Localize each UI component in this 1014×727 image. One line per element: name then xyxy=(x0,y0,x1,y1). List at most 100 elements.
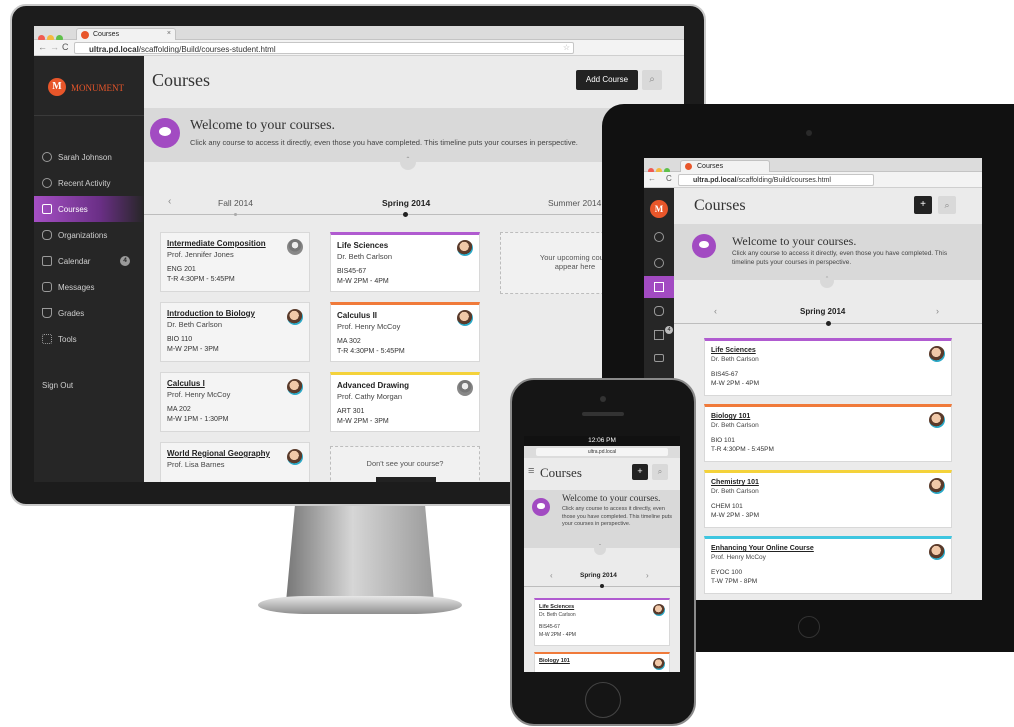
browse-button[interactable] xyxy=(376,477,436,482)
calendar-icon[interactable] xyxy=(654,330,664,340)
course-card[interactable]: Life Sciences Dr. Beth Carlson BIS45-67 M-W… xyxy=(534,598,670,646)
globe-icon xyxy=(42,178,52,188)
avatar xyxy=(653,658,665,670)
people-icon xyxy=(42,230,52,240)
reload-icon[interactable]: C xyxy=(666,174,672,183)
search-icon[interactable]: ⌕ xyxy=(642,70,662,90)
sidebar-item-calendar[interactable]: Calendar 4 xyxy=(34,248,144,274)
sidebar-item-profile[interactable]: Sarah Johnson xyxy=(34,144,144,170)
phone-camera xyxy=(600,396,606,402)
chat-bubble-icon xyxy=(150,118,180,148)
forward-icon[interactable]: → xyxy=(50,42,59,52)
term-spring-2014[interactable]: Spring 2014 xyxy=(800,307,845,316)
calendar-badge: 4 xyxy=(120,256,130,266)
chat-bubble-icon xyxy=(692,234,716,258)
add-course-button[interactable]: + xyxy=(632,464,648,480)
calendar-badge: 4 xyxy=(665,326,673,334)
avatar xyxy=(929,478,945,494)
avatar xyxy=(653,604,665,616)
user-icon xyxy=(42,152,52,162)
reload-icon[interactable]: C xyxy=(62,42,69,52)
term-fall-2014[interactable]: Fall 2014 xyxy=(218,198,253,208)
tablet-camera xyxy=(806,130,812,136)
course-card[interactable]: Life Sciences Dr. Beth Carlson BIS45-67 M-W… xyxy=(330,232,480,292)
people-icon[interactable] xyxy=(654,306,664,316)
avatar xyxy=(457,380,473,396)
browser-tab-bar: Courses xyxy=(644,158,982,174)
globe-icon[interactable] xyxy=(654,258,664,268)
monitor-stand xyxy=(286,506,434,602)
add-course-button[interactable]: + xyxy=(914,196,932,214)
sidebar-item-grades[interactable]: Grades xyxy=(34,300,144,326)
browser-toolbar: ultra.pd.local xyxy=(524,446,680,458)
user-icon[interactable] xyxy=(654,232,664,242)
address-bar[interactable]: ultra.pd.local/scaffolding/Build/courses… xyxy=(678,174,874,186)
course-card[interactable]: Calculus I Prof. Henry McCoy MA 202 M-W 1PM… xyxy=(160,372,310,432)
timeline-prev-icon[interactable]: ‹ xyxy=(550,571,553,580)
back-icon[interactable]: ← xyxy=(38,42,47,52)
term-spring-2014[interactable]: Spring 2014 xyxy=(580,572,617,579)
book-icon xyxy=(654,282,664,292)
grades-icon xyxy=(42,308,52,318)
course-card[interactable]: World Regional Geography Prof. Lisa Barne… xyxy=(160,442,310,482)
message-icon[interactable] xyxy=(654,354,664,362)
collapse-chevron-icon[interactable]: ˆ xyxy=(820,274,834,288)
brand-logo[interactable]: M xyxy=(650,200,668,218)
sidebar-item-organizations[interactable]: Organizations xyxy=(34,222,144,248)
browser-toolbar: ← C ultra.pd.local/scaffolding/Build/cou… xyxy=(644,172,982,188)
sidebar-item-messages[interactable]: Messages xyxy=(34,274,144,300)
message-icon xyxy=(42,282,52,292)
course-card[interactable]: Intermediate Composition Prof. Jennifer J… xyxy=(160,232,310,292)
phone-home-button[interactable] xyxy=(585,682,621,718)
search-icon[interactable]: ⌕ xyxy=(652,464,668,480)
url-path: /scaffolding/Build/courses-student.html xyxy=(138,45,276,54)
menu-icon[interactable]: ≡ xyxy=(528,465,534,477)
address-bar[interactable]: ultra.pd.local/scaffolding/Build/courses… xyxy=(74,42,574,54)
browser-tab-bar: Courses × xyxy=(34,26,684,42)
address-bar[interactable]: ultra.pd.local xyxy=(536,448,668,456)
term-spring-2014[interactable]: Spring 2014 xyxy=(382,198,430,208)
timeline-next-icon[interactable]: › xyxy=(936,306,939,316)
sidebar-item-tools[interactable]: Tools xyxy=(34,326,144,352)
timeline-next-icon[interactable]: › xyxy=(646,571,649,580)
brand-logo: M xyxy=(48,78,66,96)
course-card[interactable]: Biology 101 xyxy=(534,652,670,672)
back-icon[interactable]: ← xyxy=(648,174,656,183)
sidebar-item-recent-activity[interactable]: Recent Activity xyxy=(34,170,144,196)
main-content: Courses + ⌕ Welcome to your courses. Cli… xyxy=(674,188,982,600)
course-card[interactable]: Advanced Drawing Prof. Cathy Morgan ART 30… xyxy=(330,372,480,432)
add-course-button[interactable]: Add Course xyxy=(576,70,638,90)
timeline-prev-icon[interactable]: ‹ xyxy=(168,196,171,207)
dont-see-course-box[interactable]: Don't see your course? xyxy=(330,446,480,482)
phone-speaker xyxy=(582,412,624,416)
search-icon[interactable]: ⌕ xyxy=(938,196,956,214)
sidebar: M MONUMENT Sarah Johnson Recent Activity… xyxy=(34,56,144,482)
sidebar-item-courses[interactable]: Courses xyxy=(34,196,144,222)
timeline-dot xyxy=(234,213,237,216)
timeline-dot-active xyxy=(403,212,408,217)
course-card[interactable]: Biology 101 Dr. Beth Carlson BIO 101 T-R 4:… xyxy=(704,404,952,462)
browser-tab[interactable]: Courses xyxy=(680,160,770,172)
welcome-title: Welcome to your courses. xyxy=(562,494,661,504)
course-card[interactable]: Introduction to Biology Dr. Beth Carlson B… xyxy=(160,302,310,362)
welcome-text: Click any course to access it directly, … xyxy=(562,506,672,527)
term-summer-2014[interactable]: Summer 2014 xyxy=(548,198,601,208)
tab-close-icon[interactable]: × xyxy=(167,30,171,37)
course-card[interactable]: Enhancing Your Online Course Prof. Henry … xyxy=(704,536,952,594)
bookmark-star-icon[interactable]: ☆ xyxy=(563,43,570,52)
sign-out-link[interactable]: Sign Out xyxy=(34,372,144,398)
brand-area[interactable]: M MONUMENT xyxy=(34,56,144,116)
course-card[interactable]: Life Sciences Dr. Beth Carlson BIS45-67 M-W… xyxy=(704,338,952,396)
welcome-title: Welcome to your courses. xyxy=(190,118,336,133)
welcome-text: Click any course to access it directly, … xyxy=(732,250,948,266)
course-card[interactable]: Chemistry 101 Dr. Beth Carlson CHEM 101 M-W… xyxy=(704,470,952,528)
brand-name: MONUMENT xyxy=(71,83,124,93)
status-bar: 12:06 PM xyxy=(524,436,680,446)
course-card[interactable]: Calculus II Prof. Henry McCoy MA 302 T-R 4:… xyxy=(330,302,480,362)
browser-tab[interactable]: Courses × xyxy=(76,28,176,40)
main-content: ≡ Courses + ⌕ Welcome to your courses. C… xyxy=(524,458,680,672)
timeline-prev-icon[interactable]: ‹ xyxy=(714,306,717,316)
collapse-chevron-icon[interactable]: ˆ xyxy=(400,154,416,170)
tablet-home-button[interactable] xyxy=(798,616,820,638)
collapse-chevron-icon[interactable]: ˆ xyxy=(594,543,606,555)
